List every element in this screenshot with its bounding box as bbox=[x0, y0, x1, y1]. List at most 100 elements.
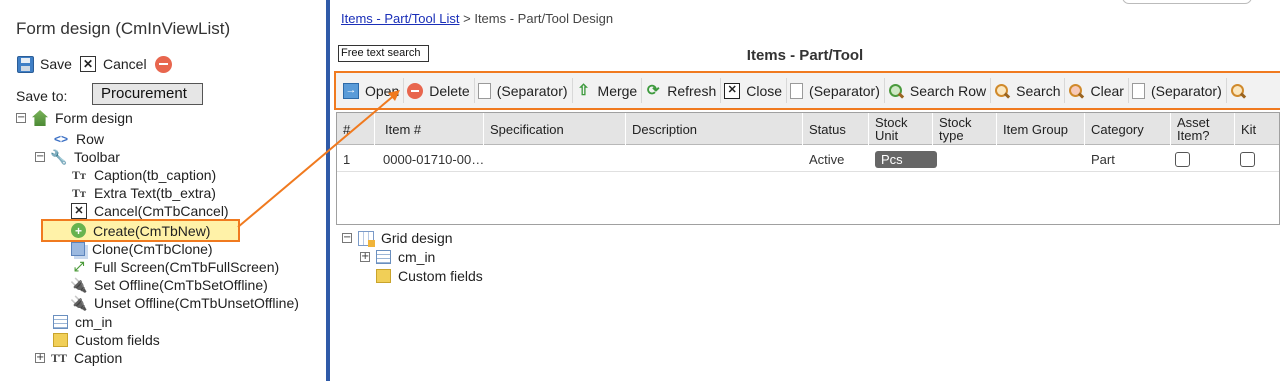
tree-item-row[interactable]: <> Row bbox=[53, 130, 104, 148]
tree-item-caption[interactable]: + TT Caption bbox=[35, 349, 122, 367]
cancel-button[interactable]: ✕ Cancel bbox=[80, 54, 147, 74]
tree-label: Set Offline(CmTbSetOffline) bbox=[94, 277, 268, 293]
separator-icon bbox=[1131, 82, 1145, 99]
tree-item-create[interactable]: + Create(CmTbNew) bbox=[41, 219, 240, 242]
search-icon bbox=[1230, 83, 1246, 99]
grid-title: Items - Part/Tool bbox=[746, 47, 864, 64]
form-design-panel: Form design (CmInViewList) Save ✕ Cancel… bbox=[0, 0, 326, 381]
tree-item-toolbar[interactable]: − 🔧 Toolbar bbox=[35, 148, 120, 166]
breadcrumb: Items - Part/Tool List > Items - Part/To… bbox=[341, 11, 613, 26]
collapse-icon[interactable]: − bbox=[35, 152, 45, 162]
tree-item-cm-in[interactable]: cm_in bbox=[53, 313, 112, 331]
tree-item-full-screen[interactable]: ⤢ Full Screen(CmTbFullScreen) bbox=[71, 258, 279, 276]
top-control-edge bbox=[1122, 0, 1252, 4]
tree-item-cm-in[interactable]: + cm_in bbox=[360, 248, 435, 266]
toolbar-label: Refresh bbox=[667, 82, 717, 99]
clear-button[interactable]: Clear bbox=[1065, 78, 1129, 103]
tree-label: Row bbox=[76, 131, 105, 147]
tree-item-cancel[interactable]: ✕ Cancel(CmTbCancel) bbox=[71, 202, 229, 220]
text-type-icon: TT bbox=[51, 350, 68, 365]
search-icon-button[interactable] bbox=[1227, 78, 1256, 103]
close-button[interactable]: ✕ Close bbox=[721, 78, 788, 103]
tree-label: Extra Text(tb_extra) bbox=[94, 185, 216, 201]
separator-item[interactable]: (Separator) bbox=[787, 78, 885, 103]
wrench-icon: 🔧 bbox=[50, 148, 68, 165]
merge-button[interactable]: ⇧ Merge bbox=[573, 78, 643, 103]
column-header[interactable]: Kit bbox=[1235, 113, 1279, 145]
kit-checkbox[interactable] bbox=[1240, 151, 1255, 167]
toolbar-label: (Separator) bbox=[496, 82, 568, 99]
delete-button[interactable]: Delete bbox=[404, 78, 475, 103]
delete-icon bbox=[407, 82, 424, 99]
breadcrumb-current: Items - Part/Tool Design bbox=[474, 11, 614, 26]
tree-item-unset-offline[interactable]: 🔌 Unset Offline(CmTbUnsetOffline) bbox=[70, 294, 299, 312]
toolbar-label: Clear bbox=[1090, 82, 1124, 99]
item-number-cell: 0000-01710-00… bbox=[383, 151, 485, 167]
clear-search-icon bbox=[1068, 83, 1084, 99]
tree-item-grid-design[interactable]: − Grid design bbox=[342, 229, 453, 247]
toolbar-label: (Separator) bbox=[809, 82, 880, 99]
open-button[interactable]: → Open bbox=[340, 78, 405, 103]
separator-item[interactable]: (Separator) bbox=[475, 78, 573, 103]
tree-label: Custom fields bbox=[75, 332, 160, 348]
tree-item-extra-text[interactable]: Tт Extra Text(tb_extra) bbox=[71, 184, 216, 202]
tree-item-form-design[interactable]: − Form design bbox=[16, 109, 133, 127]
text-type-icon: Tт bbox=[72, 185, 86, 200]
expand-icon[interactable]: + bbox=[35, 353, 45, 363]
column-header[interactable]: Stock type bbox=[933, 113, 997, 145]
toolbar-label: Search bbox=[1016, 82, 1061, 99]
tree-label: Caption(tb_caption) bbox=[94, 167, 217, 183]
refresh-button[interactable]: ⟳ Refresh bbox=[642, 78, 722, 103]
tree-item-custom-fields[interactable]: Custom fields bbox=[53, 331, 160, 349]
category-cell: Part bbox=[1091, 151, 1115, 167]
refresh-icon: ⟳ bbox=[646, 82, 660, 99]
tree-label: Unset Offline(CmTbUnsetOffline) bbox=[94, 295, 299, 311]
tree-label: Form design bbox=[55, 110, 133, 126]
code-icon: <> bbox=[53, 132, 68, 146]
search-icon bbox=[994, 83, 1010, 99]
column-header[interactable]: Asset Item? bbox=[1171, 113, 1235, 145]
expand-icon[interactable]: + bbox=[360, 252, 370, 262]
tree-item-custom-fields[interactable]: Custom fields bbox=[376, 267, 483, 285]
tree-item-clone[interactable]: Clone(CmTbClone) bbox=[71, 240, 213, 258]
save-to-field[interactable]: Procurement bbox=[92, 83, 203, 105]
tree-label: cm_in bbox=[398, 249, 436, 265]
column-header[interactable]: Specification bbox=[484, 113, 626, 145]
breadcrumb-link[interactable]: Items - Part/Tool List bbox=[341, 11, 459, 26]
column-header[interactable]: # bbox=[337, 113, 375, 145]
row-number: 1 bbox=[343, 151, 351, 167]
tree-label: cm_in bbox=[75, 314, 113, 330]
toolbar-label: Delete bbox=[429, 82, 470, 99]
tree-label: Create(CmTbNew) bbox=[93, 222, 211, 239]
search-row-button[interactable]: Search Row bbox=[885, 78, 992, 103]
tree-item-set-offline[interactable]: 🔌 Set Offline(CmTbSetOffline) bbox=[70, 276, 268, 294]
close-box-icon: ✕ bbox=[71, 203, 87, 219]
column-header[interactable]: Category bbox=[1085, 113, 1171, 145]
description-cell bbox=[626, 146, 632, 172]
column-header[interactable]: Stock Unit bbox=[869, 113, 933, 145]
save-icon bbox=[17, 55, 34, 73]
separator-item[interactable]: (Separator) bbox=[1129, 78, 1227, 103]
collapse-icon[interactable]: − bbox=[16, 113, 26, 123]
delete-button[interactable] bbox=[155, 54, 172, 74]
column-header[interactable]: Description bbox=[626, 113, 803, 145]
asset-item-checkbox[interactable] bbox=[1175, 151, 1190, 167]
collapse-icon[interactable]: − bbox=[342, 233, 352, 243]
tree-item-caption-tb[interactable]: Tт Caption(tb_caption) bbox=[71, 166, 216, 184]
search-row-icon bbox=[888, 83, 904, 99]
table-row[interactable]: 1 0000-01710-00… Active Pcs Part bbox=[337, 146, 1279, 172]
save-button[interactable]: Save bbox=[17, 54, 72, 74]
add-circle-icon: + bbox=[71, 223, 86, 238]
tree-label: Grid design bbox=[381, 230, 453, 246]
toolbar-label: Search Row bbox=[909, 82, 987, 99]
breadcrumb-separator: > bbox=[463, 11, 471, 26]
search-button[interactable]: Search bbox=[991, 78, 1066, 103]
toolbar-label: Open bbox=[365, 82, 400, 99]
column-header[interactable]: Item Group bbox=[997, 113, 1085, 145]
item-group-cell bbox=[997, 146, 1003, 172]
column-header[interactable]: Item # bbox=[375, 113, 484, 145]
tree-label: Cancel(CmTbCancel) bbox=[94, 203, 229, 219]
tree-label: Full Screen(CmTbFullScreen) bbox=[94, 259, 280, 275]
items-grid: # Item # Specification Description Statu… bbox=[336, 112, 1280, 225]
column-header[interactable]: Status bbox=[803, 113, 869, 145]
